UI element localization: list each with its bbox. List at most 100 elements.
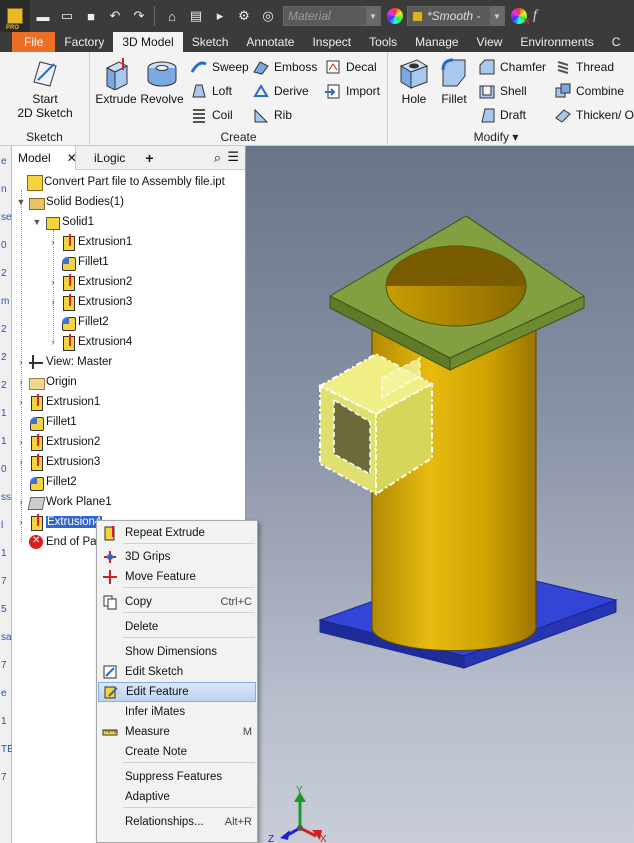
expand-chevron-icon[interactable]: ›	[16, 517, 26, 527]
tree-node[interactable]: › Extrusion1	[48, 232, 132, 252]
tab-manage[interactable]: Manage	[406, 32, 467, 52]
app-logo[interactable]: PRO	[0, 0, 30, 32]
clear-appearance-icon[interactable]	[511, 8, 531, 28]
appearance-dropdown[interactable]: *Smooth - ▼	[407, 6, 505, 26]
fillet-button[interactable]: Fillet	[434, 56, 474, 106]
menu-item-delete[interactable]: Delete	[98, 617, 256, 637]
search-icon[interactable]: ⌕	[214, 150, 221, 166]
menu-item-repeat-extrude[interactable]: Repeat Extrude	[98, 523, 256, 543]
tab-file[interactable]: File	[12, 32, 56, 52]
add-tab-button[interactable]: +	[139, 146, 159, 170]
expand-chevron-icon[interactable]: ›	[48, 337, 58, 347]
redo-icon[interactable]: ↷	[128, 5, 150, 27]
menu-item-edit-feature[interactable]: Edit Feature	[98, 682, 256, 702]
top-plate[interactable]	[328, 215, 586, 371]
tree-node[interactable]: › Extrusion1	[16, 392, 100, 412]
tab-model[interactable]: Model ✕	[12, 145, 77, 170]
home-icon[interactable]: ⌂	[161, 5, 183, 27]
tree-node[interactable]: › Extrusion2	[48, 272, 132, 292]
menu-item-adaptive[interactable]: Adaptive	[98, 787, 256, 807]
expand-chevron-icon[interactable]: ›	[48, 237, 58, 247]
expand-chevron-icon[interactable]: ›	[16, 377, 26, 387]
tab-overflow[interactable]: C	[603, 32, 630, 52]
tree-node[interactable]: › Extrusion4	[48, 332, 132, 352]
tree-node[interactable]: Fillet1	[48, 252, 109, 272]
draft-button[interactable]: Draft	[478, 104, 526, 126]
tab-3d-model[interactable]: 3D Model	[113, 32, 183, 52]
tree-node[interactable]: Fillet2	[16, 472, 77, 492]
menu-item-show-dimensions[interactable]: Show Dimensions	[98, 642, 256, 662]
menu-item-3d-grips[interactable]: 3D Grips	[98, 547, 256, 567]
collapse-chevron-icon[interactable]: ▼	[16, 197, 26, 207]
tree-node[interactable]: › Extrusion4	[16, 512, 104, 532]
menu-item-relationships[interactable]: Relationships... Alt+R	[98, 812, 256, 832]
expand-chevron-icon[interactable]: ›	[48, 297, 58, 307]
collapse-chevron-icon[interactable]: ▼	[32, 217, 42, 227]
coil-button[interactable]: Coil	[190, 104, 233, 126]
combine-button[interactable]: Combine	[554, 80, 624, 102]
thicken-offset-button[interactable]: Thicken/ Of	[554, 104, 634, 126]
undo-icon[interactable]: ↶	[104, 5, 126, 27]
menu-item-create-note[interactable]: Create Note	[98, 742, 256, 762]
tree-node[interactable]: › Extrusion3	[48, 292, 132, 312]
tree-node[interactable]: ▼ Solid1	[32, 212, 94, 232]
tree-node[interactable]: ▼ Solid Bodies(1)	[16, 192, 124, 212]
expand-chevron-icon[interactable]: ›	[16, 397, 26, 407]
expand-chevron-icon[interactable]: ›	[16, 437, 26, 447]
chamfer-button[interactable]: Chamfer	[478, 56, 546, 78]
menu-item-edit-sketch[interactable]: Edit Sketch	[98, 662, 256, 682]
thread-button[interactable]: Thread	[554, 56, 614, 78]
view-triad[interactable]: Y X Z	[268, 785, 327, 843]
extrude-button[interactable]: Extrude	[94, 56, 138, 106]
tab-factory[interactable]: Factory	[55, 32, 113, 52]
expand-chevron-icon[interactable]: ›	[16, 457, 26, 467]
tree-node[interactable]: End of Par	[16, 532, 100, 552]
start-2d-sketch-button[interactable]: Start 2D Sketch	[14, 56, 76, 120]
close-icon[interactable]: ✕	[67, 151, 77, 165]
tab-ilogic[interactable]: iLogic	[88, 146, 131, 170]
tab-inspect[interactable]: Inspect	[303, 32, 360, 52]
menu-item-copy[interactable]: Copy Ctrl+C	[98, 592, 256, 612]
appearance-icon[interactable]	[387, 8, 403, 24]
tree-node[interactable]: › Extrusion2	[16, 432, 100, 452]
menu-item-measure[interactable]: Measure M	[98, 722, 256, 742]
update-icon[interactable]: ⚙	[233, 5, 255, 27]
hole-button[interactable]: Hole	[394, 56, 434, 106]
tree-node[interactable]: › Work Plane1	[16, 492, 112, 512]
expand-chevron-icon[interactable]: ›	[16, 357, 26, 367]
tab-annotate[interactable]: Annotate	[237, 32, 303, 52]
decal-button[interactable]: Decal	[324, 56, 377, 78]
graphics-viewport[interactable]: Y X Z	[246, 146, 634, 843]
modify-panel-label[interactable]: Modify ▾	[388, 130, 604, 144]
menu-icon[interactable]: ☰	[227, 149, 239, 165]
tab-tools[interactable]: Tools	[360, 32, 406, 52]
import-button[interactable]: Import	[324, 80, 380, 102]
tree-node[interactable]: › View: Master	[16, 352, 112, 372]
shell-button[interactable]: Shell	[478, 80, 527, 102]
parameters-fx-icon[interactable]: f	[533, 8, 537, 24]
tree-node[interactable]: › Extrusion3	[16, 452, 100, 472]
open-file-icon[interactable]: ▭	[56, 5, 78, 27]
expand-chevron-icon[interactable]: ›	[48, 277, 58, 287]
material-dropdown[interactable]: Material ▼	[283, 6, 381, 26]
tab-environments[interactable]: Environments	[511, 32, 602, 52]
tab-view[interactable]: View	[468, 32, 512, 52]
loft-button[interactable]: Loft	[190, 80, 232, 102]
menu-item-suppress-features[interactable]: Suppress Features	[98, 767, 256, 787]
save-icon[interactable]: ■	[80, 5, 102, 27]
menu-item-move-feature[interactable]: Move Feature	[98, 567, 256, 587]
sweep-button[interactable]: Sweep	[190, 56, 249, 78]
tree-node[interactable]: Fillet2	[48, 312, 109, 332]
adaptive-icon[interactable]: ◎	[257, 5, 279, 27]
tree-node[interactable]: Convert Part file to Assembly file.ipt	[14, 172, 225, 192]
new-file-icon[interactable]: ▬	[32, 5, 54, 27]
tree-node[interactable]: Fillet1	[16, 412, 77, 432]
expand-chevron-icon[interactable]: ›	[16, 497, 26, 507]
rib-button[interactable]: Rib	[252, 104, 292, 126]
emboss-button[interactable]: Emboss	[252, 56, 317, 78]
tree-node[interactable]: › Origin	[16, 372, 77, 392]
select-filter-icon[interactable]: ▸	[209, 5, 231, 27]
derive-button[interactable]: Derive	[252, 80, 309, 102]
menu-item-infer-imates[interactable]: Infer iMates	[98, 702, 256, 722]
revolve-button[interactable]: Revolve	[140, 56, 184, 106]
